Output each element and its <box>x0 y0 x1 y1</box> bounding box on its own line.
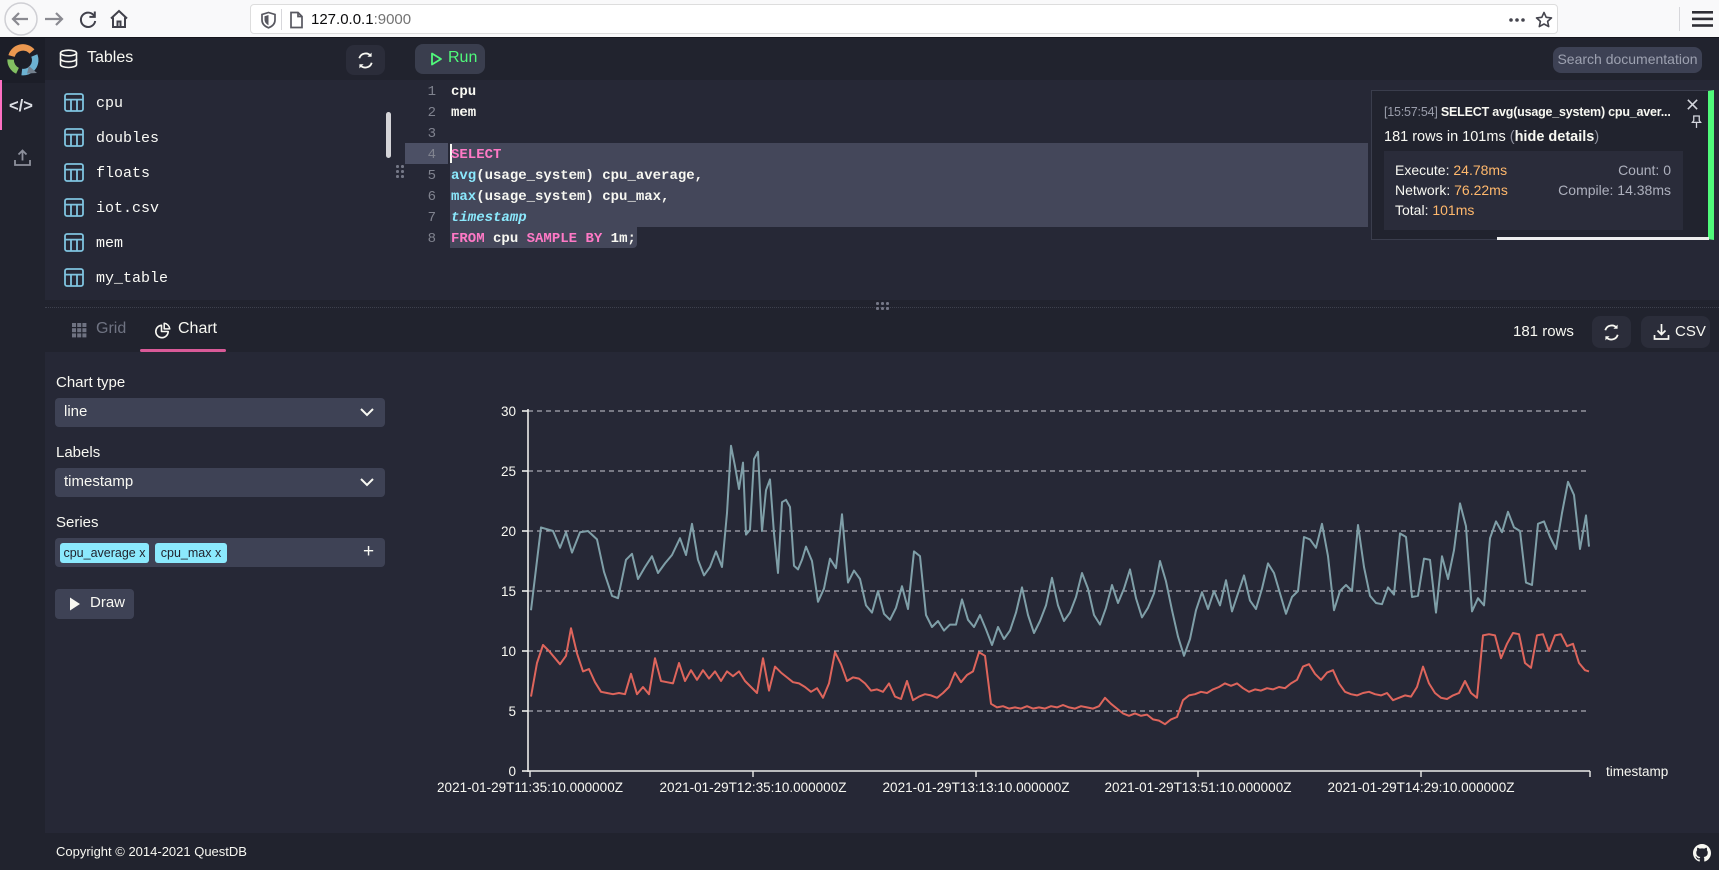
svg-text:5: 5 <box>508 704 516 719</box>
svg-text:30: 30 <box>501 404 516 419</box>
svg-text:0: 0 <box>508 764 516 779</box>
svg-text:15: 15 <box>501 584 516 599</box>
svg-text:2021-01-29T13:51:10.000000Z: 2021-01-29T13:51:10.000000Z <box>1105 780 1292 795</box>
svg-text:20: 20 <box>501 524 516 539</box>
svg-text:timestamp: timestamp <box>1606 764 1668 779</box>
svg-text:2021-01-29T13:13:10.000000Z: 2021-01-29T13:13:10.000000Z <box>883 780 1070 795</box>
svg-text:10: 10 <box>501 644 516 659</box>
svg-text:25: 25 <box>501 464 516 479</box>
svg-text:2021-01-29T14:29:10.000000Z: 2021-01-29T14:29:10.000000Z <box>1328 780 1515 795</box>
svg-text:2021-01-29T11:35:10.000000Z: 2021-01-29T11:35:10.000000Z <box>437 780 623 795</box>
svg-text:2021-01-29T12:35:10.000000Z: 2021-01-29T12:35:10.000000Z <box>660 780 847 795</box>
